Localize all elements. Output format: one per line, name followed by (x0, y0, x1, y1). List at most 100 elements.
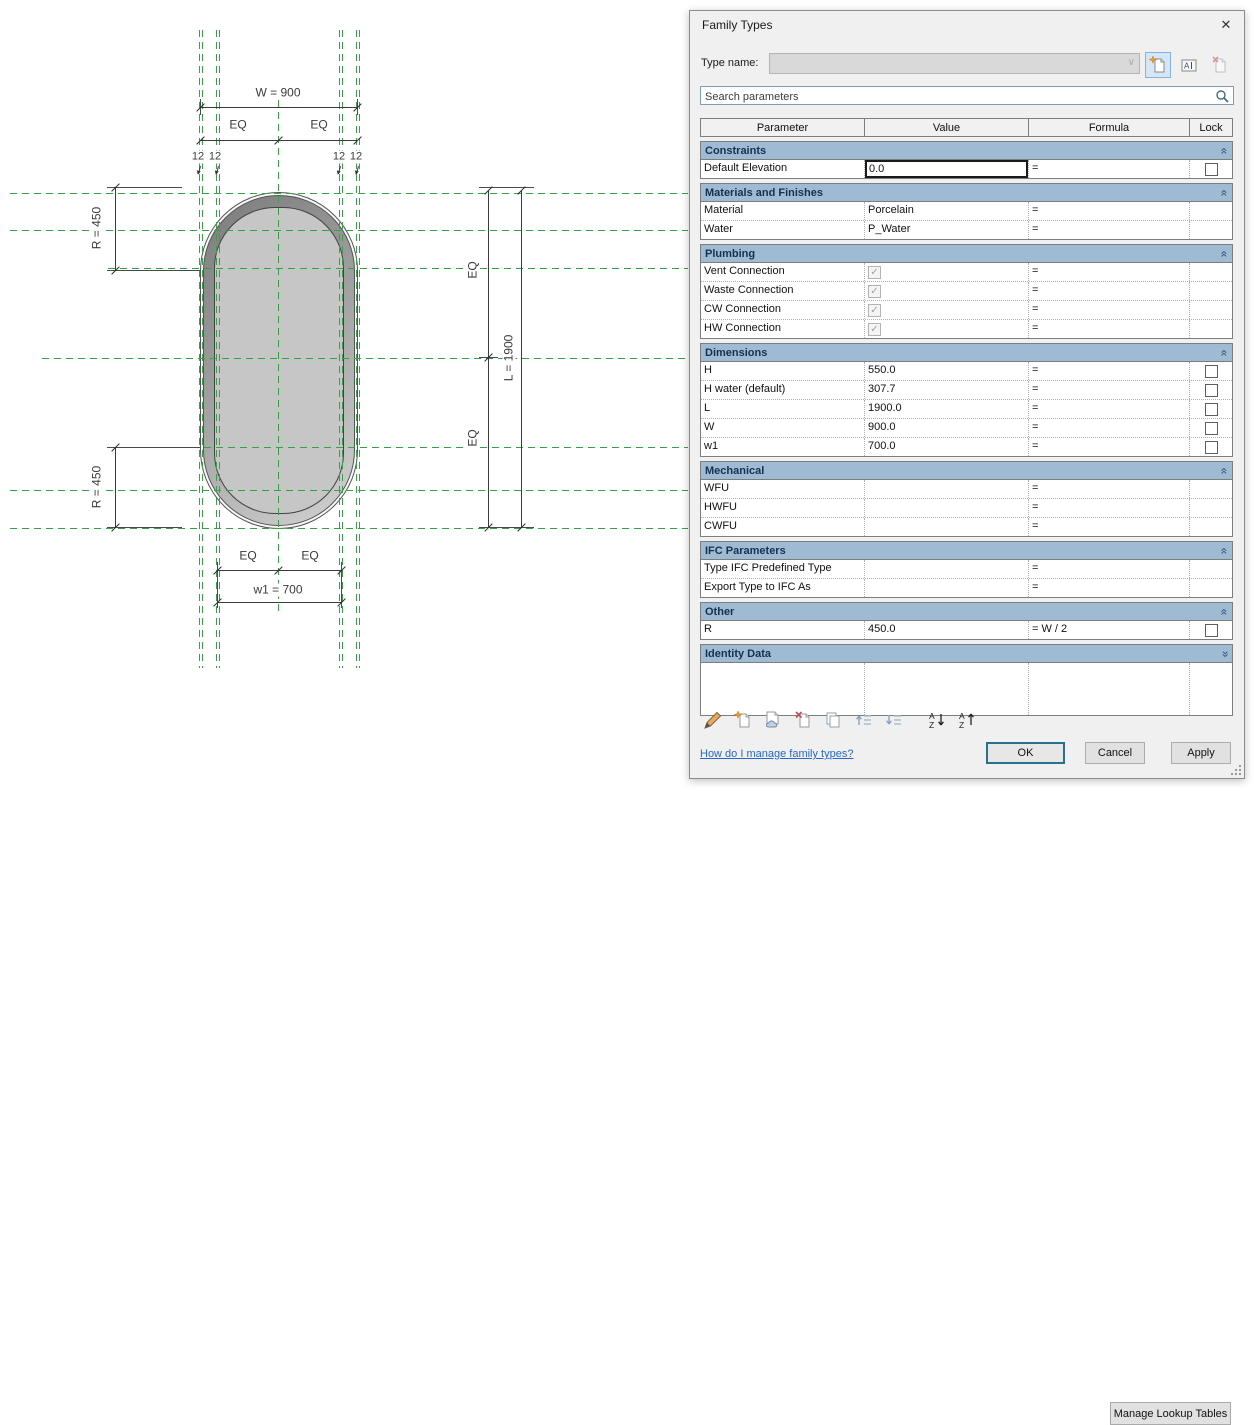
param-formula-cell[interactable]: = (1029, 400, 1190, 418)
lock-checkbox[interactable] (1204, 440, 1218, 454)
param-formula-cell[interactable]: = (1029, 362, 1190, 380)
cancel-button[interactable]: Cancel (1085, 742, 1145, 764)
new-type-button[interactable] (1145, 52, 1171, 78)
manage-lookup-tables-button[interactable]: Manage Lookup Tables (1110, 1402, 1231, 1425)
move-up-icon[interactable] (853, 709, 875, 731)
param-value-cell[interactable] (865, 518, 1029, 536)
collapse-icon[interactable]: « (1218, 147, 1232, 154)
param-value-cell[interactable]: 700.0 (865, 438, 1029, 456)
checked-checkbox[interactable]: ✓ (868, 323, 881, 336)
param-value-cell[interactable]: P_Water (865, 221, 1029, 239)
dim-label-eq[interactable]: EQ (227, 118, 249, 132)
reference-plane[interactable] (359, 30, 360, 668)
dimension-line-w1[interactable] (217, 602, 341, 603)
reference-plane[interactable] (356, 30, 357, 668)
param-formula-cell[interactable]: = W / 2 (1029, 621, 1190, 639)
param-lock-cell[interactable] (1190, 263, 1232, 281)
param-formula-cell[interactable]: = (1029, 480, 1190, 498)
section-header-plumbing[interactable]: Plumbing « (701, 245, 1232, 263)
collapse-icon[interactable]: « (1218, 349, 1232, 356)
close-icon[interactable]: ✕ (1214, 14, 1238, 36)
dim-label-w1[interactable]: w1 = 700 (251, 583, 305, 597)
reference-plane[interactable] (202, 30, 203, 668)
type-name-dropdown[interactable]: ∨ (769, 53, 1140, 74)
param-lock-cell[interactable] (1190, 438, 1232, 456)
param-value-cell[interactable] (865, 480, 1029, 498)
param-value-cell[interactable]: ✓ (865, 263, 1029, 281)
reference-plane[interactable] (10, 490, 688, 491)
lock-checkbox[interactable] (1204, 421, 1218, 435)
sort-ascending-icon[interactable]: A Z (926, 709, 948, 731)
lock-checkbox[interactable] (1204, 402, 1218, 416)
reference-plane-center[interactable] (42, 358, 688, 359)
dim-label-gap[interactable]: 12 (207, 150, 223, 164)
param-lock-cell[interactable] (1190, 579, 1232, 597)
reference-plane[interactable] (342, 30, 343, 668)
param-lock-cell[interactable] (1190, 381, 1232, 399)
new-parameter-icon[interactable] (732, 709, 754, 731)
expand-icon[interactable]: « (1218, 650, 1232, 657)
param-formula-cell[interactable]: = (1029, 263, 1190, 281)
param-formula-cell[interactable]: = (1029, 381, 1190, 399)
delete-parameter-icon[interactable] (792, 709, 814, 731)
param-lock-cell[interactable] (1190, 480, 1232, 498)
param-lock-cell[interactable] (1190, 282, 1232, 300)
collapse-icon[interactable]: « (1218, 250, 1232, 257)
param-value-cell[interactable]: 1900.0 (865, 400, 1029, 418)
reference-plane[interactable] (219, 30, 220, 668)
section-header-constraints[interactable]: Constraints « (701, 142, 1232, 160)
dimension-line-r-top[interactable] (115, 187, 116, 270)
dim-label-w[interactable]: W = 900 (253, 86, 303, 100)
param-value-cell[interactable] (865, 579, 1029, 597)
param-value-cell[interactable]: ✓ (865, 282, 1029, 300)
dim-label-eq[interactable]: EQ (308, 118, 330, 132)
resize-grip[interactable] (1231, 765, 1241, 775)
reference-plane[interactable] (108, 268, 688, 269)
dim-label-eq[interactable]: EQ (466, 427, 480, 449)
param-value-cell[interactable]: ✓ (865, 301, 1029, 319)
reference-plane[interactable] (199, 30, 200, 668)
collapse-icon[interactable]: « (1218, 608, 1232, 615)
dim-label-r-bottom[interactable]: R = 450 (90, 463, 104, 511)
bathtub-outline[interactable] (200, 192, 358, 529)
search-parameters-box[interactable] (700, 86, 1234, 105)
dimension-line-l[interactable] (521, 190, 522, 527)
param-formula-cell[interactable]: = (1029, 301, 1190, 319)
dimension-line-r-bottom[interactable] (115, 447, 116, 527)
rename-type-button[interactable]: A (1176, 52, 1202, 78)
param-lock-cell[interactable] (1190, 499, 1232, 517)
param-lock-cell[interactable] (1190, 400, 1232, 418)
section-header-identity-data[interactable]: Identity Data « (701, 645, 1232, 663)
param-value-cell[interactable]: 307.7 (865, 381, 1029, 399)
reference-plane-center[interactable] (278, 100, 279, 612)
search-input[interactable] (703, 88, 1207, 105)
param-formula-cell[interactable]: = (1029, 419, 1190, 437)
param-value-cell[interactable]: 550.0 (865, 362, 1029, 380)
lock-checkbox[interactable] (1204, 623, 1218, 637)
param-lock-cell[interactable] (1190, 221, 1232, 239)
param-formula-cell[interactable]: = (1029, 518, 1190, 536)
param-lock-cell[interactable] (1190, 518, 1232, 536)
sort-descending-icon[interactable]: A Z (956, 709, 978, 731)
apply-button[interactable]: Apply (1171, 742, 1231, 764)
edit-parameter-icon[interactable] (702, 709, 724, 731)
reference-plane[interactable] (10, 193, 688, 194)
param-value-cell[interactable] (865, 499, 1029, 517)
param-lock-cell[interactable] (1190, 621, 1232, 639)
param-formula-cell[interactable]: = (1029, 320, 1190, 338)
param-formula-cell[interactable]: = (1029, 221, 1190, 239)
param-formula-cell[interactable]: = (1029, 438, 1190, 456)
param-lock-cell[interactable] (1190, 202, 1232, 220)
help-link[interactable]: How do I manage family types? (700, 748, 853, 760)
shared-parameter-icon[interactable] (762, 709, 784, 731)
param-value-cell[interactable] (865, 560, 1029, 578)
param-lock-cell[interactable] (1190, 301, 1232, 319)
section-header-materials-and-finishes[interactable]: Materials and Finishes « (701, 184, 1232, 202)
param-lock-cell[interactable] (1190, 362, 1232, 380)
dim-label-eq[interactable]: EQ (466, 259, 480, 281)
collapse-icon[interactable]: « (1218, 467, 1232, 474)
dim-label-r-top[interactable]: R = 450 (90, 204, 104, 252)
param-value-cell[interactable]: 450.0 (865, 621, 1029, 639)
dim-label-gap[interactable]: 12 (331, 150, 347, 164)
checked-checkbox[interactable]: ✓ (868, 266, 881, 279)
